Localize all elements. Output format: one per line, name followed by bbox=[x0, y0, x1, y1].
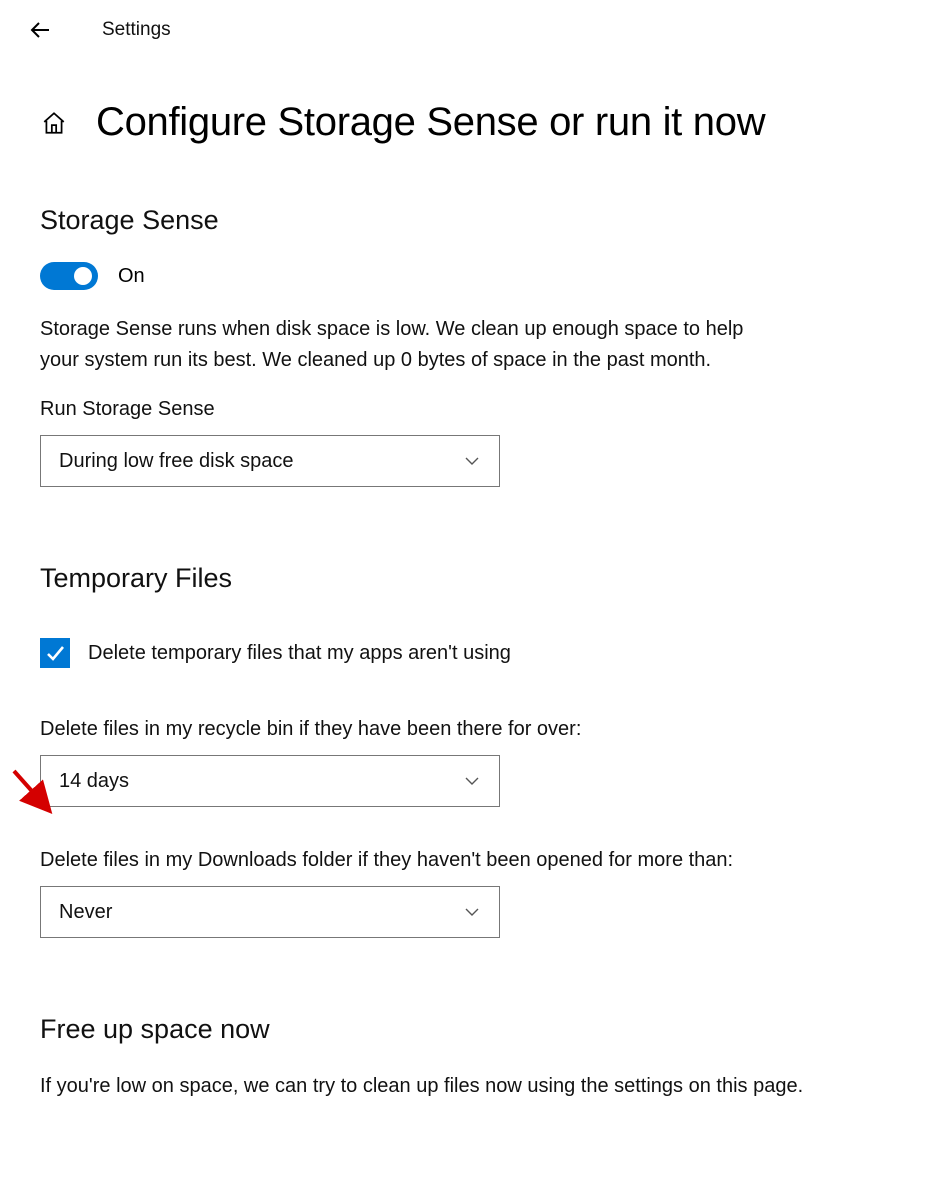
downloads-dropdown[interactable]: Never bbox=[40, 886, 500, 938]
downloads-value: Never bbox=[59, 901, 112, 924]
home-icon[interactable] bbox=[40, 109, 68, 137]
free-up-space-section: Free up space now If you're low on space… bbox=[40, 1014, 895, 1102]
run-storage-sense-dropdown[interactable]: During low free disk space bbox=[40, 435, 500, 487]
recycle-bin-value: 14 days bbox=[59, 770, 129, 793]
storage-sense-section: Storage Sense On Storage Sense runs when… bbox=[40, 205, 895, 487]
toggle-knob bbox=[74, 267, 92, 285]
chevron-down-icon bbox=[463, 903, 481, 921]
storage-sense-toggle-row: On bbox=[40, 262, 895, 290]
temporary-files-section: Temporary Files Delete temporary files t… bbox=[40, 563, 895, 938]
storage-sense-heading: Storage Sense bbox=[40, 205, 895, 236]
storage-sense-description: Storage Sense runs when disk space is lo… bbox=[40, 314, 770, 376]
free-up-space-description: If you're low on space, we can try to cl… bbox=[40, 1071, 895, 1102]
storage-sense-toggle-label: On bbox=[118, 265, 145, 288]
page-heading-row: Configure Storage Sense or run it now bbox=[40, 100, 895, 145]
page-title: Configure Storage Sense or run it now bbox=[96, 100, 765, 145]
recycle-bin-dropdown[interactable]: 14 days bbox=[40, 755, 500, 807]
header-bar: Settings bbox=[0, 0, 935, 60]
free-up-space-heading: Free up space now bbox=[40, 1014, 895, 1045]
header-title: Settings bbox=[102, 19, 171, 41]
run-storage-sense-value: During low free disk space bbox=[59, 450, 294, 473]
delete-temp-files-label: Delete temporary files that my apps aren… bbox=[88, 642, 511, 665]
chevron-down-icon bbox=[463, 452, 481, 470]
run-storage-sense-label: Run Storage Sense bbox=[40, 398, 895, 421]
chevron-down-icon bbox=[463, 772, 481, 790]
delete-temp-files-row: Delete temporary files that my apps aren… bbox=[40, 638, 895, 668]
back-arrow-icon[interactable] bbox=[28, 18, 52, 42]
storage-sense-toggle[interactable] bbox=[40, 262, 98, 290]
delete-temp-files-checkbox[interactable] bbox=[40, 638, 70, 668]
recycle-bin-label: Delete files in my recycle bin if they h… bbox=[40, 718, 895, 741]
temporary-files-heading: Temporary Files bbox=[40, 563, 895, 594]
downloads-label: Delete files in my Downloads folder if t… bbox=[40, 849, 895, 872]
